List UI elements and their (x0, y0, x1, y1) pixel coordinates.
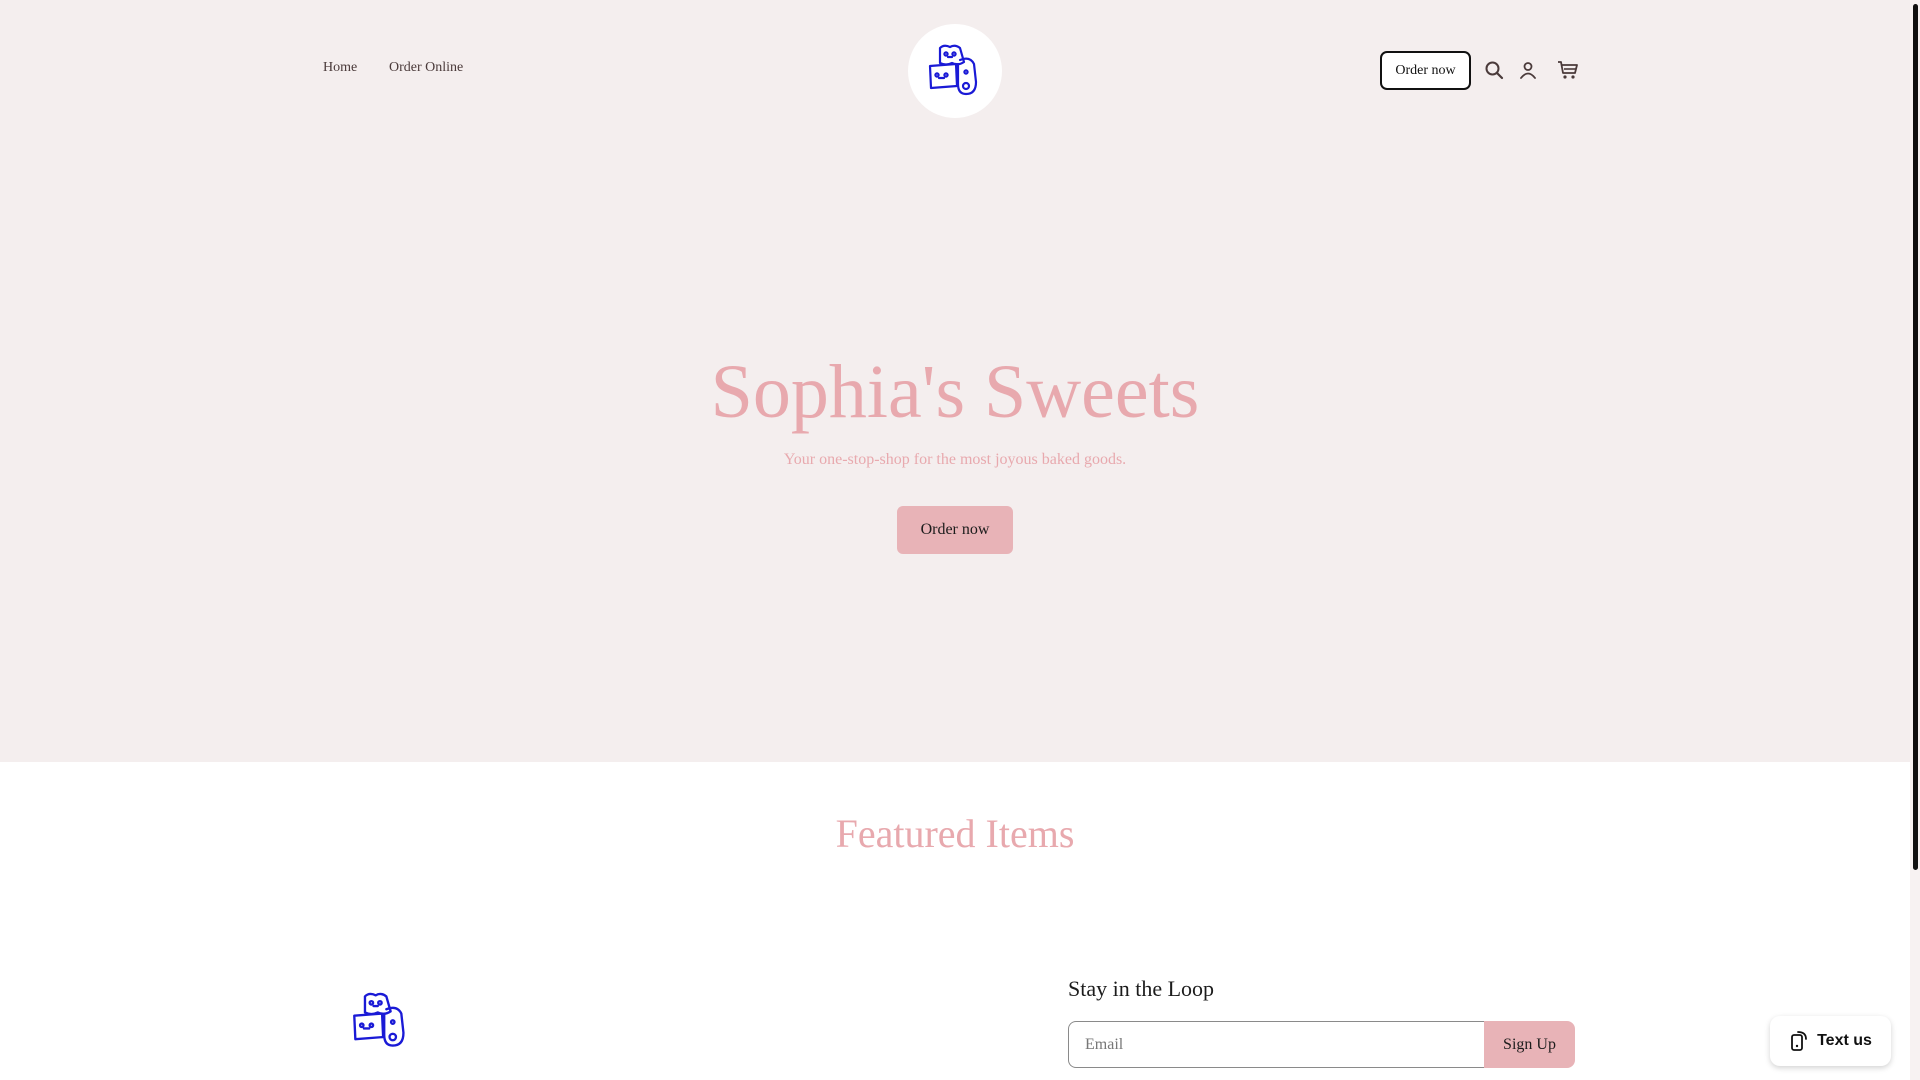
footer-logo[interactable] (350, 990, 412, 1052)
site-header: Home Order Online Order now (0, 0, 1910, 142)
hero-subtitle: Your one-stop-shop for the most joyous b… (783, 451, 1127, 468)
bakery-cookies-logo-icon (353, 992, 405, 1047)
search-icon[interactable] (1481, 57, 1507, 83)
account-icon[interactable] (1515, 57, 1541, 83)
bakery-cookies-logo-icon (928, 44, 978, 96)
phone-chat-icon (1791, 1031, 1807, 1051)
site-logo[interactable] (908, 24, 1002, 118)
scrollbar-thumb[interactable] (1913, 4, 1918, 870)
newsletter-heading: Stay in the Loop (1068, 976, 1215, 1001)
nav-home-link[interactable]: Home (323, 60, 357, 76)
search-icon-glyph (1485, 61, 1504, 80)
nav-order-online-link[interactable]: Order Online (389, 60, 463, 76)
account-icon-glyph (1520, 62, 1536, 79)
header-order-now-button[interactable]: Order now (1380, 51, 1471, 90)
cart-icon[interactable] (1555, 57, 1581, 83)
hero-title: Sophia's Sweets (710, 350, 1200, 434)
text-us-label: Text us (1817, 1032, 1872, 1049)
cart-icon-glyph (1558, 61, 1578, 79)
email-input[interactable] (1068, 1021, 1486, 1068)
hero-order-now-button[interactable]: Order now (897, 506, 1013, 554)
text-us-widget[interactable]: Text us (1770, 1016, 1891, 1066)
sign-up-button[interactable]: Sign Up (1484, 1021, 1575, 1068)
featured-items-heading: Featured Items (835, 811, 1075, 856)
